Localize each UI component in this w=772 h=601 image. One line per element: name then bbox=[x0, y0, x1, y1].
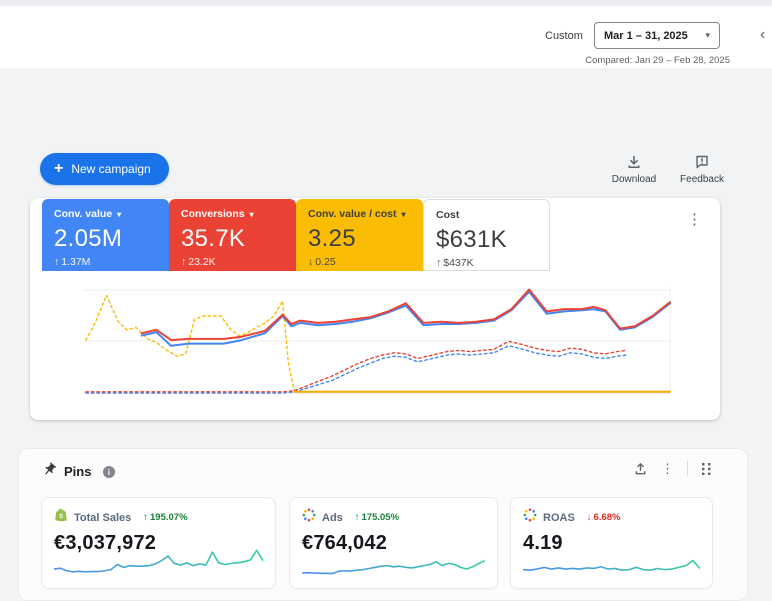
scorecard-delta: ↑ $437K bbox=[436, 257, 474, 269]
pin-delta: ↑ 195.07% bbox=[143, 512, 188, 523]
down-arrow-icon: ↓ bbox=[586, 512, 592, 523]
scorecard-label: Conv. value bbox=[54, 208, 113, 220]
feedback-button[interactable]: Feedback bbox=[672, 154, 732, 185]
date-header: Custom Mar 1 – 31, 2025 ▾ ‹ Compared: Ja… bbox=[0, 6, 772, 68]
pin-label: ROAS bbox=[543, 511, 575, 524]
pin-label: Total Sales bbox=[74, 511, 132, 524]
pushpin-icon bbox=[42, 462, 57, 482]
scorecard-value: $631K bbox=[436, 226, 507, 253]
chart-card-menu-kebab-icon[interactable]: ⋮ bbox=[687, 212, 702, 228]
svg-text:S: S bbox=[59, 513, 64, 520]
up-arrow-icon: ↑ bbox=[181, 256, 187, 268]
pin-card-ads: Ads ↑ 175.05% €764,042 bbox=[289, 497, 498, 589]
pins-panel: Pins i ⋮ S Total Sales ↑ 195.07% €3,037,… bbox=[18, 448, 748, 601]
scorecard-conv-value[interactable]: Conv. value ▾ 2.05M ↑ 1.37M bbox=[42, 199, 169, 271]
feedback-icon bbox=[672, 154, 732, 170]
up-arrow-icon: ↑ bbox=[143, 512, 149, 523]
new-campaign-button[interactable]: + New campaign bbox=[40, 153, 169, 185]
pin-delta: ↑ 175.05% bbox=[354, 512, 400, 523]
download-button[interactable]: Download bbox=[604, 154, 664, 185]
pin-card-roas: ROAS ↓ 6.68% 4.19 bbox=[510, 497, 713, 589]
dotted-circle-icon bbox=[523, 508, 537, 527]
new-campaign-label: New campaign bbox=[71, 162, 151, 176]
scorecard-cost[interactable]: Cost $631K ↑ $437K bbox=[423, 199, 550, 271]
scorecard-value: 2.05M bbox=[54, 225, 123, 252]
scorecard-conv-value-per-cost[interactable]: Conv. value / cost ▾ 3.25 ↓ 0.25 bbox=[296, 199, 423, 271]
scorecard-conversions[interactable]: Conversions ▾ 35.7K ↑ 23.2K bbox=[169, 199, 296, 271]
plus-icon: + bbox=[54, 160, 64, 177]
share-upload-icon[interactable] bbox=[633, 461, 648, 476]
feedback-label: Feedback bbox=[680, 174, 724, 185]
total-sales-sparkline bbox=[54, 546, 263, 580]
download-label: Download bbox=[611, 174, 657, 185]
date-range-selector[interactable]: Mar 1 – 31, 2025 ▾ bbox=[594, 22, 720, 49]
drag-grid-icon[interactable] bbox=[701, 462, 713, 476]
collapse-panel-chevron-icon[interactable]: ‹ bbox=[760, 26, 765, 44]
scorecard-value: 35.7K bbox=[181, 225, 246, 252]
scorecard-delta: ↑ 1.37M bbox=[54, 256, 91, 268]
pin-label: Ads bbox=[322, 511, 343, 524]
info-icon[interactable]: i bbox=[103, 466, 115, 478]
metric-scorecards: Conv. value ▾ 2.05M ↑ 1.37M Conversions ▾ 3… bbox=[42, 199, 550, 271]
shopify-bag-icon: S bbox=[54, 508, 68, 527]
dotted-circle-icon bbox=[302, 508, 316, 527]
date-mode-label: Custom bbox=[545, 30, 583, 42]
scorecard-label: Cost bbox=[436, 209, 460, 221]
chevron-down-icon: ▾ bbox=[705, 30, 710, 40]
chevron-down-icon: ▾ bbox=[117, 209, 122, 219]
scorecard-delta: ↓ 0.25 bbox=[308, 256, 336, 268]
roas-sparkline bbox=[523, 546, 700, 580]
down-arrow-icon: ↓ bbox=[308, 256, 314, 268]
chevron-down-icon: ▾ bbox=[249, 209, 254, 219]
main-content: + New campaign Download Feedback Conv. v… bbox=[0, 68, 772, 601]
up-arrow-icon: ↑ bbox=[354, 512, 360, 523]
pin-card-total-sales: S Total Sales ↑ 195.07% €3,037,972 bbox=[41, 497, 276, 589]
scorecard-delta: ↑ 23.2K bbox=[181, 256, 216, 268]
pins-menu-kebab-icon[interactable]: ⋮ bbox=[661, 462, 674, 475]
pins-header: Pins i ⋮ bbox=[19, 449, 747, 493]
scorecard-label: Conv. value / cost bbox=[308, 208, 397, 220]
scorecard-label: Conversions bbox=[181, 208, 245, 220]
ads-sparkline bbox=[302, 546, 485, 580]
performance-chart-card: Conv. value ▾ 2.05M ↑ 1.37M Conversions ▾ 3… bbox=[30, 198, 720, 420]
up-arrow-icon: ↑ bbox=[436, 257, 442, 269]
scorecard-value: 3.25 bbox=[308, 225, 356, 252]
date-range-value: Mar 1 – 31, 2025 bbox=[604, 29, 688, 42]
up-arrow-icon: ↑ bbox=[54, 256, 60, 268]
chevron-down-icon: ▾ bbox=[401, 209, 406, 219]
pins-title: Pins bbox=[64, 464, 92, 479]
divider bbox=[687, 461, 688, 476]
pin-delta: ↓ 6.68% bbox=[586, 512, 621, 523]
compared-period-label: Compared: Jan 29 – Feb 28, 2025 bbox=[585, 55, 730, 66]
download-icon bbox=[604, 154, 664, 170]
